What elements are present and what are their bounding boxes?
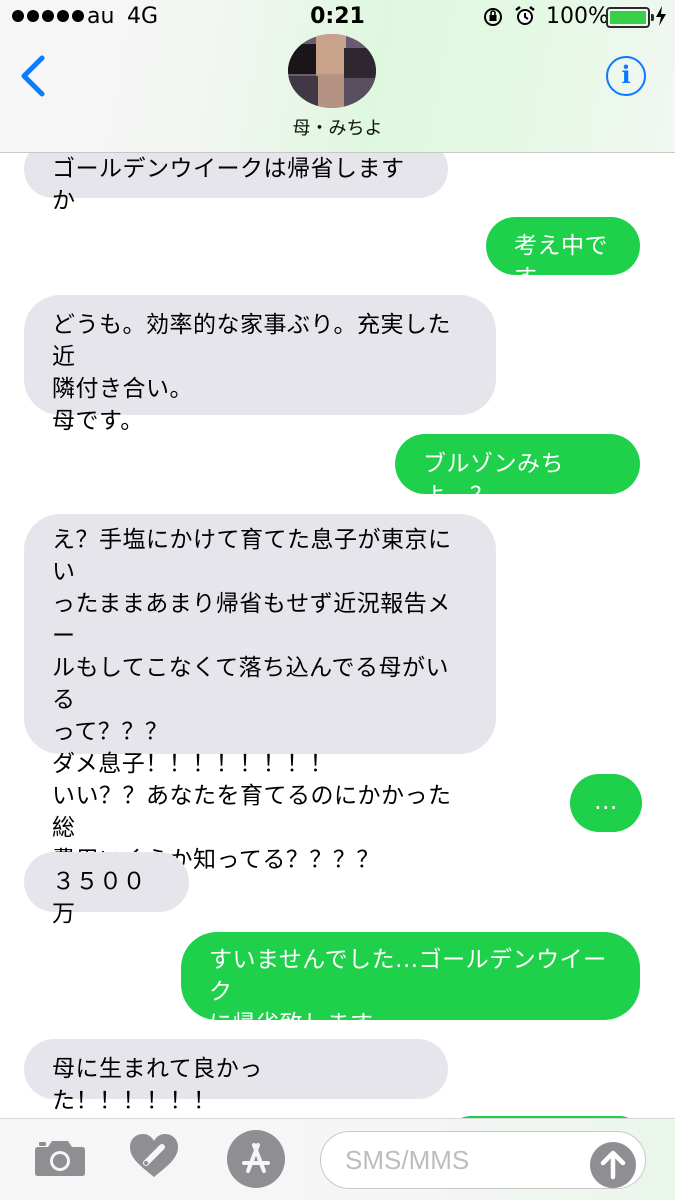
compose-bar: SMS/MMS — [0, 1118, 675, 1200]
send-arrow-icon[interactable] — [590, 1142, 636, 1188]
message-incoming[interactable]: どうも。効率的な家事ぶり。充実した近 隣付き合い。 母です。 — [24, 295, 496, 434]
message-thread[interactable]: ゴールデンウイークは帰省しますか 考え中です どうも。効率的な家事ぶり。充実した… — [0, 0, 675, 1200]
digital-touch-heart-icon[interactable] — [128, 1133, 180, 1179]
message-outgoing[interactable]: ... — [570, 774, 642, 832]
alarm-icon — [514, 5, 536, 32]
status-bar: au 4G 0:21 100% — [0, 0, 675, 36]
avatar[interactable] — [288, 34, 376, 108]
rotation-lock-icon — [482, 6, 504, 33]
info-icon[interactable]: i — [606, 56, 646, 96]
message-incoming[interactable]: ３５００万 — [24, 852, 189, 927]
message-outgoing[interactable]: ブルゾンみちよ...？ — [395, 434, 640, 509]
battery-percentage: 100% — [546, 4, 609, 29]
navigation-header: au 4G 0:21 100% 母・みちよ i — [0, 0, 675, 153]
contact-name[interactable]: 母・みちよ — [0, 114, 675, 140]
camera-icon[interactable] — [34, 1137, 86, 1177]
chevron-left-icon[interactable] — [18, 54, 58, 98]
message-incoming[interactable]: 母に生まれて良かった！！！！！！ — [24, 1039, 448, 1114]
message-input-placeholder: SMS/MMS — [345, 1145, 470, 1175]
battery-icon — [606, 7, 654, 28]
message-outgoing[interactable]: すいませんでした...ゴールデンウイーク に帰省致します... — [181, 932, 640, 1037]
app-store-icon[interactable] — [226, 1129, 286, 1189]
message-outgoing[interactable]: 考え中です — [486, 217, 640, 291]
charging-bolt-icon — [655, 5, 667, 32]
message-incoming[interactable]: え？手塩にかけて育てた息子が東京にい ったままあまり帰省もせず近況報告メー ルも… — [24, 514, 496, 873]
